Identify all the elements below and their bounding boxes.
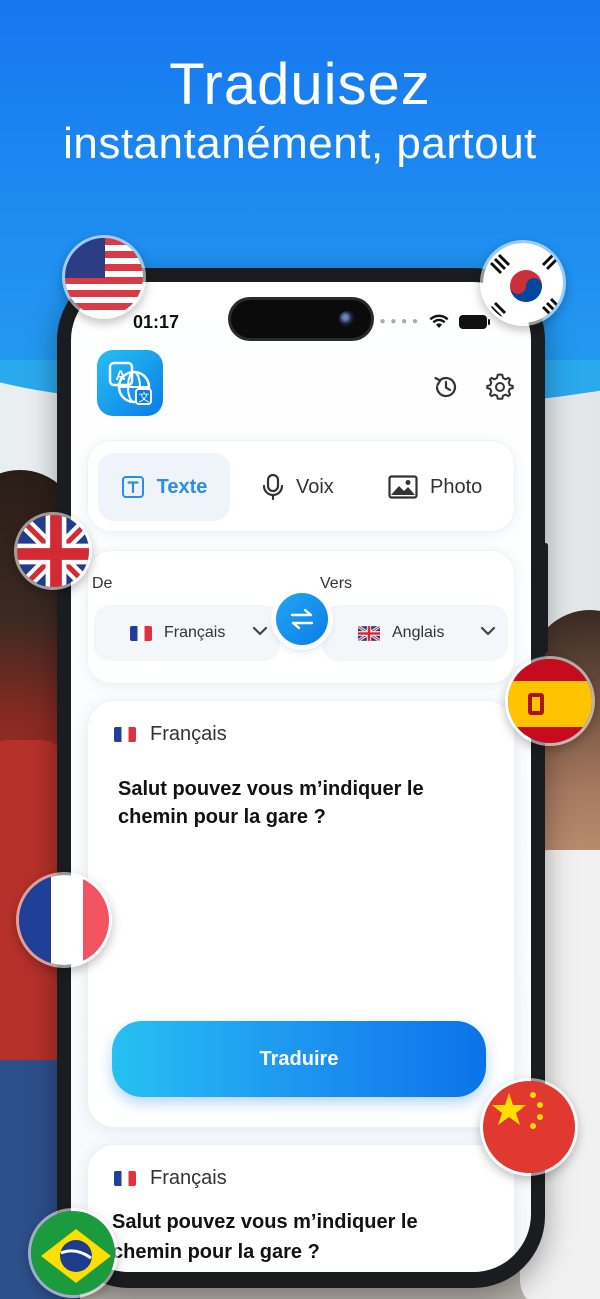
uk-flag-icon <box>14 512 92 590</box>
france-flag-icon <box>114 727 136 742</box>
usa-flag-icon <box>62 235 146 319</box>
china-flag-icon <box>480 1078 578 1176</box>
to-language-value: Anglais <box>392 624 445 641</box>
chevron-down-icon <box>480 626 496 636</box>
phone-frame: 01:17 ● ● ● ● A 文 Texte Voix Photo De Ve… <box>57 268 548 1288</box>
result-card: Français Salut pouvez vous m’indiquer le… <box>87 1144 515 1272</box>
status-time: 01:17 <box>133 312 180 332</box>
gear-icon[interactable] <box>485 372 515 402</box>
france-flag-icon <box>16 872 112 968</box>
history-icon[interactable] <box>431 372 461 402</box>
france-flag-icon <box>114 1171 136 1186</box>
from-label: De <box>92 575 113 592</box>
translate-globe-icon: A 文 <box>97 350 163 416</box>
spain-flag-icon <box>505 656 595 746</box>
korea-flag-icon <box>480 240 566 326</box>
result-language: Français <box>114 1167 227 1190</box>
signal-icon: ● ● ● ● <box>379 316 419 327</box>
swap-languages-button[interactable] <box>276 593 328 645</box>
tab-label: Voix <box>296 475 334 498</box>
france-flag-icon <box>130 625 152 641</box>
to-label: Vers <box>320 575 353 592</box>
tab-photo[interactable]: Photo <box>388 453 482 521</box>
source-text-input[interactable]: Salut pouvez vous m’indiquer le chemin p… <box>118 775 478 831</box>
mode-tabs: Texte Voix Photo <box>87 440 515 532</box>
language-picker: De Vers Français Anglais <box>87 550 515 684</box>
tab-label: Texte <box>156 475 208 498</box>
result-text: Salut pouvez vous m’indiquer le chemin p… <box>112 1211 418 1263</box>
dynamic-island <box>231 300 371 338</box>
tab-voix[interactable]: Voix <box>262 453 334 521</box>
input-card: Français Salut pouvez vous m’indiquer le… <box>87 700 515 1128</box>
text-icon <box>121 476 144 498</box>
camera-icon <box>339 311 355 327</box>
headline: Traduisez instantanément, partout <box>0 52 600 170</box>
tab-label: Photo <box>430 475 483 498</box>
to-language-select[interactable]: Anglais <box>322 605 508 661</box>
translate-button[interactable]: Traduire <box>112 1021 486 1097</box>
input-language: Français <box>114 723 227 746</box>
tab-texte[interactable]: Texte <box>98 453 230 521</box>
from-language-select[interactable]: Français <box>94 605 280 661</box>
uk-flag-icon <box>358 625 380 641</box>
status-icons: ● ● ● ● <box>379 314 490 329</box>
svg-text:文: 文 <box>139 390 150 404</box>
wifi-icon <box>429 314 449 328</box>
phone-side-button <box>543 543 548 653</box>
swap-arrows-icon <box>290 608 314 630</box>
headline-line-1: Traduisez <box>169 52 431 117</box>
microphone-icon <box>262 473 284 501</box>
from-language-value: Français <box>164 624 226 641</box>
brazil-flag-icon <box>28 1208 118 1298</box>
image-icon <box>388 475 418 499</box>
input-language-label: Français <box>150 723 227 745</box>
chevron-down-icon <box>252 626 268 636</box>
battery-icon <box>459 314 490 329</box>
app-screen: 01:17 ● ● ● ● A 文 Texte Voix Photo De Ve… <box>71 282 531 1272</box>
result-language-label: Français <box>150 1167 227 1189</box>
headline-line-2: instantanément, partout <box>63 119 537 168</box>
